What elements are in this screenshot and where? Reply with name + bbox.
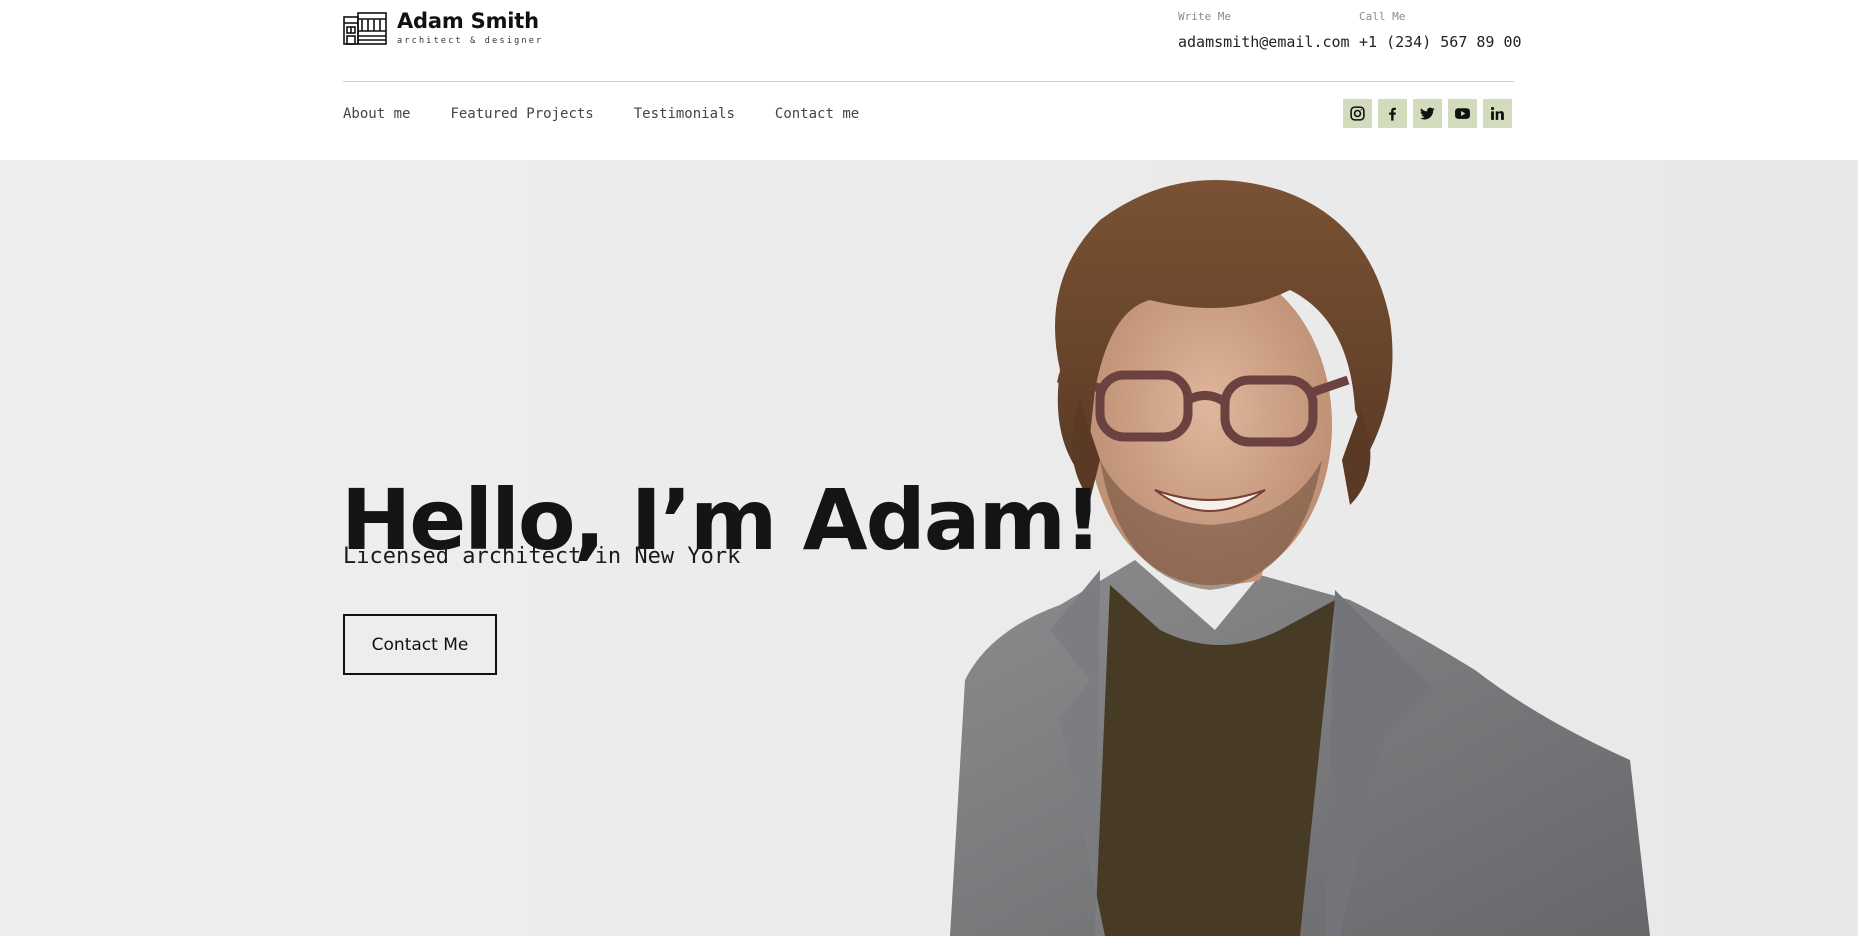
contact-email-block: Write Me adamsmith@email.com bbox=[1178, 10, 1350, 51]
phone-label: Call Me bbox=[1359, 10, 1406, 23]
hero-section: Hello, I’m Adam! Licensed architect in N… bbox=[0, 160, 1858, 936]
brand-logo-link[interactable]: Adam Smith architect & designer bbox=[343, 10, 543, 46]
youtube-icon bbox=[1455, 108, 1470, 119]
instagram-button[interactable] bbox=[1343, 99, 1372, 128]
main-nav: About me Featured Projects Testimonials … bbox=[343, 106, 859, 122]
brand-name: Adam Smith bbox=[397, 9, 539, 33]
hero-subtitle: Licensed architect in New York bbox=[343, 544, 741, 569]
phone-link[interactable]: +1 (234) 567 89 00 bbox=[1359, 33, 1522, 51]
linkedin-icon bbox=[1490, 106, 1504, 120]
social-links bbox=[1343, 99, 1512, 128]
facebook-icon bbox=[1389, 107, 1396, 121]
twitter-icon bbox=[1420, 107, 1435, 120]
linkedin-button[interactable] bbox=[1483, 99, 1512, 128]
instagram-icon bbox=[1350, 106, 1365, 121]
youtube-button[interactable] bbox=[1448, 99, 1477, 128]
nav-about-me[interactable]: About me bbox=[343, 106, 410, 122]
nav-featured-projects[interactable]: Featured Projects bbox=[450, 106, 593, 122]
brand-tagline: architect & designer bbox=[397, 36, 544, 46]
site-header bbox=[0, 0, 1858, 160]
email-link[interactable]: adamsmith@email.com bbox=[1178, 33, 1350, 51]
facebook-button[interactable] bbox=[1378, 99, 1407, 128]
email-label: Write Me bbox=[1178, 10, 1231, 23]
contact-me-button[interactable]: Contact Me bbox=[343, 614, 497, 675]
building-icon bbox=[343, 12, 387, 45]
nav-contact-me[interactable]: Contact me bbox=[775, 106, 859, 122]
nav-testimonials[interactable]: Testimonials bbox=[634, 106, 735, 122]
contact-phone-block: Call Me +1 (234) 567 89 00 bbox=[1359, 10, 1522, 51]
twitter-button[interactable] bbox=[1413, 99, 1442, 128]
header-divider bbox=[343, 81, 1514, 82]
